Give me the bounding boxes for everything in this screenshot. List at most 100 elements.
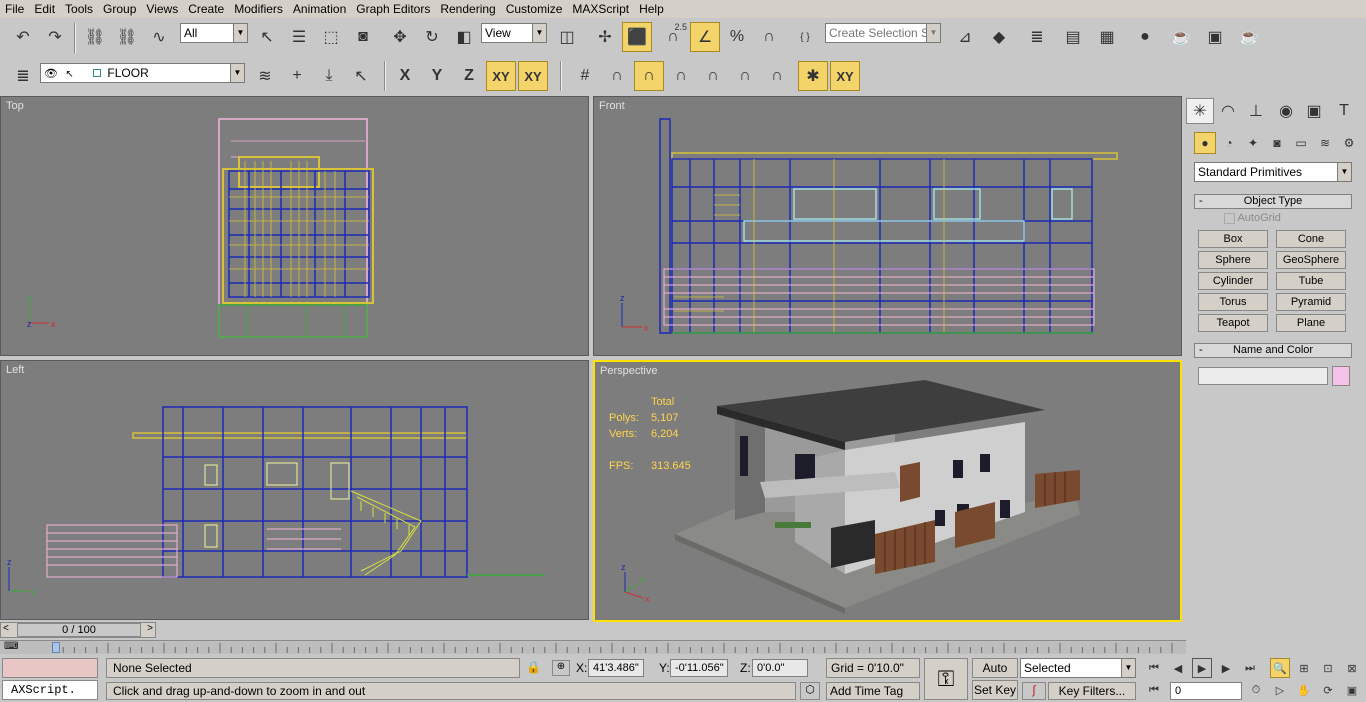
time-slider[interactable]: < 0 / 100 > xyxy=(0,622,156,638)
snap-endpoint-icon[interactable]: ∩ xyxy=(666,61,696,91)
current-frame-field[interactable]: 0 xyxy=(1170,682,1242,700)
selection-filter-dropdown[interactable]: All ▼ xyxy=(180,23,248,43)
motion-tab-icon[interactable]: ◉ xyxy=(1272,98,1300,124)
snap-midpoint-icon[interactable]: ∩ xyxy=(698,61,728,91)
snap-pivot-icon[interactable]: ∩ xyxy=(602,61,632,91)
mini-curve-editor-icon[interactable]: ⌨ xyxy=(4,641,18,652)
primitive-tube-button[interactable]: Tube xyxy=(1276,272,1346,290)
snap-edge-icon[interactable]: ∩ xyxy=(730,61,760,91)
viewport-front-label[interactable]: Front xyxy=(599,100,625,112)
previous-frame-icon[interactable]: ◀ xyxy=(1168,658,1188,678)
menu-group[interactable]: Group xyxy=(98,0,141,18)
named-selection-sets-icon[interactable]: { } xyxy=(790,22,820,52)
primitive-cone-button[interactable]: Cone xyxy=(1276,230,1346,248)
lock-selection-icon[interactable]: 🔒 xyxy=(526,660,541,674)
bind-space-warp-icon[interactable]: ∿ xyxy=(144,22,174,52)
primitive-sphere-button[interactable]: Sphere xyxy=(1198,251,1268,269)
primitive-geosphere-button[interactable]: GeoSphere xyxy=(1276,251,1346,269)
axis-xy-button[interactable]: XY xyxy=(486,61,516,91)
modify-tab-icon[interactable]: ◠ xyxy=(1214,98,1242,124)
orbit-icon[interactable]: ⟳ xyxy=(1318,680,1338,700)
primitive-teapot-button[interactable]: Teapot xyxy=(1198,314,1268,332)
chevron-left-icon[interactable]: < xyxy=(3,623,9,634)
redo-icon[interactable]: ↷ xyxy=(40,22,70,52)
align-icon[interactable]: ◆ xyxy=(984,22,1014,52)
display-tab-icon[interactable]: ▣ xyxy=(1300,98,1328,124)
rectangular-selection-icon[interactable]: ⬚ xyxy=(316,22,346,52)
object-type-rollout[interactable]: - Object Type xyxy=(1194,194,1352,209)
undo-icon[interactable]: ↶ xyxy=(8,22,38,52)
snap-options-icon[interactable]: ✱ xyxy=(798,61,828,91)
primitive-box-button[interactable]: Box xyxy=(1198,230,1268,248)
axis-z-button[interactable]: Z xyxy=(454,61,484,91)
object-color-swatch[interactable] xyxy=(1332,366,1350,386)
window-crossing-icon[interactable]: ◙ xyxy=(348,22,378,52)
viewport-left-label[interactable]: Left xyxy=(6,364,24,376)
object-name-input[interactable] xyxy=(1198,367,1328,385)
menu-graph-editors[interactable]: Graph Editors xyxy=(351,0,435,18)
maxscript-mini-listener[interactable]: AXScript. xyxy=(2,680,98,700)
key-filters-button[interactable]: Key Filters... xyxy=(1048,682,1136,700)
select-object-icon[interactable]: ↖ xyxy=(252,22,282,52)
zoom-extents-all-icon[interactable]: ⊠ xyxy=(1342,658,1362,678)
menu-edit[interactable]: Edit xyxy=(29,0,60,18)
percent-snap-icon[interactable]: % xyxy=(722,22,752,52)
hierarchy-tab-icon[interactable]: ⊥ xyxy=(1242,98,1270,124)
zoom-all-icon[interactable]: ⊞ xyxy=(1294,658,1314,678)
named-selection-set-input[interactable]: Create Selection Set ▼ xyxy=(825,23,941,43)
primitive-pyramid-button[interactable]: Pyramid xyxy=(1276,293,1346,311)
viewport-left[interactable]: Left z y xyxy=(0,360,589,620)
render-setup-icon[interactable]: ☕ xyxy=(1166,22,1196,52)
add-time-tag-button[interactable]: Add Time Tag xyxy=(826,682,920,700)
menu-file[interactable]: File xyxy=(0,0,29,18)
auto-key-button[interactable]: Auto Key xyxy=(972,658,1018,693)
key-tangent-icon[interactable]: ∫ xyxy=(1022,682,1046,700)
add-selection-to-layer-icon[interactable]: ⤓ xyxy=(314,61,344,91)
spinner-snap-icon[interactable]: ∩ xyxy=(754,22,784,52)
next-frame-icon[interactable]: ▶ xyxy=(1216,658,1236,678)
viewport-front[interactable]: Front z x xyxy=(593,96,1182,356)
primitive-cylinder-button[interactable]: Cylinder xyxy=(1198,272,1268,290)
menu-help[interactable]: Help xyxy=(634,0,669,18)
create-tab-icon[interactable]: ✳ xyxy=(1186,98,1214,124)
utilities-tab-icon[interactable]: T xyxy=(1330,98,1358,124)
chevron-right-icon[interactable]: > xyxy=(147,623,153,634)
quick-render-icon[interactable]: ☕ xyxy=(1234,22,1264,52)
name-and-color-rollout[interactable]: - Name and Color xyxy=(1194,343,1352,358)
zoom-extents-icon[interactable]: ⊡ xyxy=(1318,658,1338,678)
axis-y-button[interactable]: Y xyxy=(422,61,452,91)
primitive-plane-button[interactable]: Plane xyxy=(1276,314,1346,332)
set-key-icon[interactable]: ⚿ xyxy=(924,658,968,700)
time-configuration-icon[interactable]: ⏱ xyxy=(1246,680,1266,700)
go-to-end-icon[interactable]: ⏭ xyxy=(1240,658,1260,678)
reference-coordinate-dropdown[interactable]: View ▼ xyxy=(481,23,547,43)
axis-x-button[interactable]: X xyxy=(390,61,420,91)
x-coordinate-field[interactable]: 41'3.486" xyxy=(588,659,644,677)
menu-views[interactable]: Views xyxy=(141,0,183,18)
rotate-icon[interactable]: ↻ xyxy=(417,22,447,52)
shapes-icon[interactable]: ◔ xyxy=(1218,132,1240,154)
layer-properties-icon[interactable]: ≋ xyxy=(250,61,280,91)
systems-icon[interactable]: ⚙ xyxy=(1338,132,1360,154)
material-editor-icon[interactable]: ● xyxy=(1130,22,1160,52)
angle-snap-icon[interactable]: ∠ xyxy=(690,22,720,52)
play-icon[interactable]: ▶ xyxy=(1192,658,1212,678)
snap-grid-icon[interactable]: # xyxy=(570,61,600,91)
lights-icon[interactable]: ✦ xyxy=(1242,132,1264,154)
select-by-name-icon[interactable]: ☰ xyxy=(284,22,314,52)
set-key-button[interactable]: Set Key xyxy=(972,680,1018,700)
track-bar[interactable]: ⌨ xyxy=(0,640,1186,654)
layer-dropdown[interactable]: 👁 ↖ FLOOR ▼ xyxy=(40,63,245,83)
select-manipulate-icon[interactable]: ✢ xyxy=(590,22,620,52)
maxscript-listener-pink[interactable] xyxy=(2,658,98,678)
menu-maxscript[interactable]: MAXScript xyxy=(567,0,634,18)
primitive-torus-button[interactable]: Torus xyxy=(1198,293,1268,311)
axis-xy-constraint-button[interactable]: XY xyxy=(518,61,548,91)
keyboard-shortcut-override-icon[interactable]: ⬛ xyxy=(622,22,652,52)
time-slider-thumb[interactable]: 0 / 100 xyxy=(17,623,141,637)
absolute-mode-icon[interactable]: ⊕ xyxy=(552,660,570,676)
maximize-viewport-icon[interactable]: ▣ xyxy=(1342,680,1362,700)
menu-modifiers[interactable]: Modifiers xyxy=(229,0,288,18)
rendered-frame-window-icon[interactable]: ▣ xyxy=(1200,22,1230,52)
create-layer-icon[interactable]: + xyxy=(282,61,312,91)
